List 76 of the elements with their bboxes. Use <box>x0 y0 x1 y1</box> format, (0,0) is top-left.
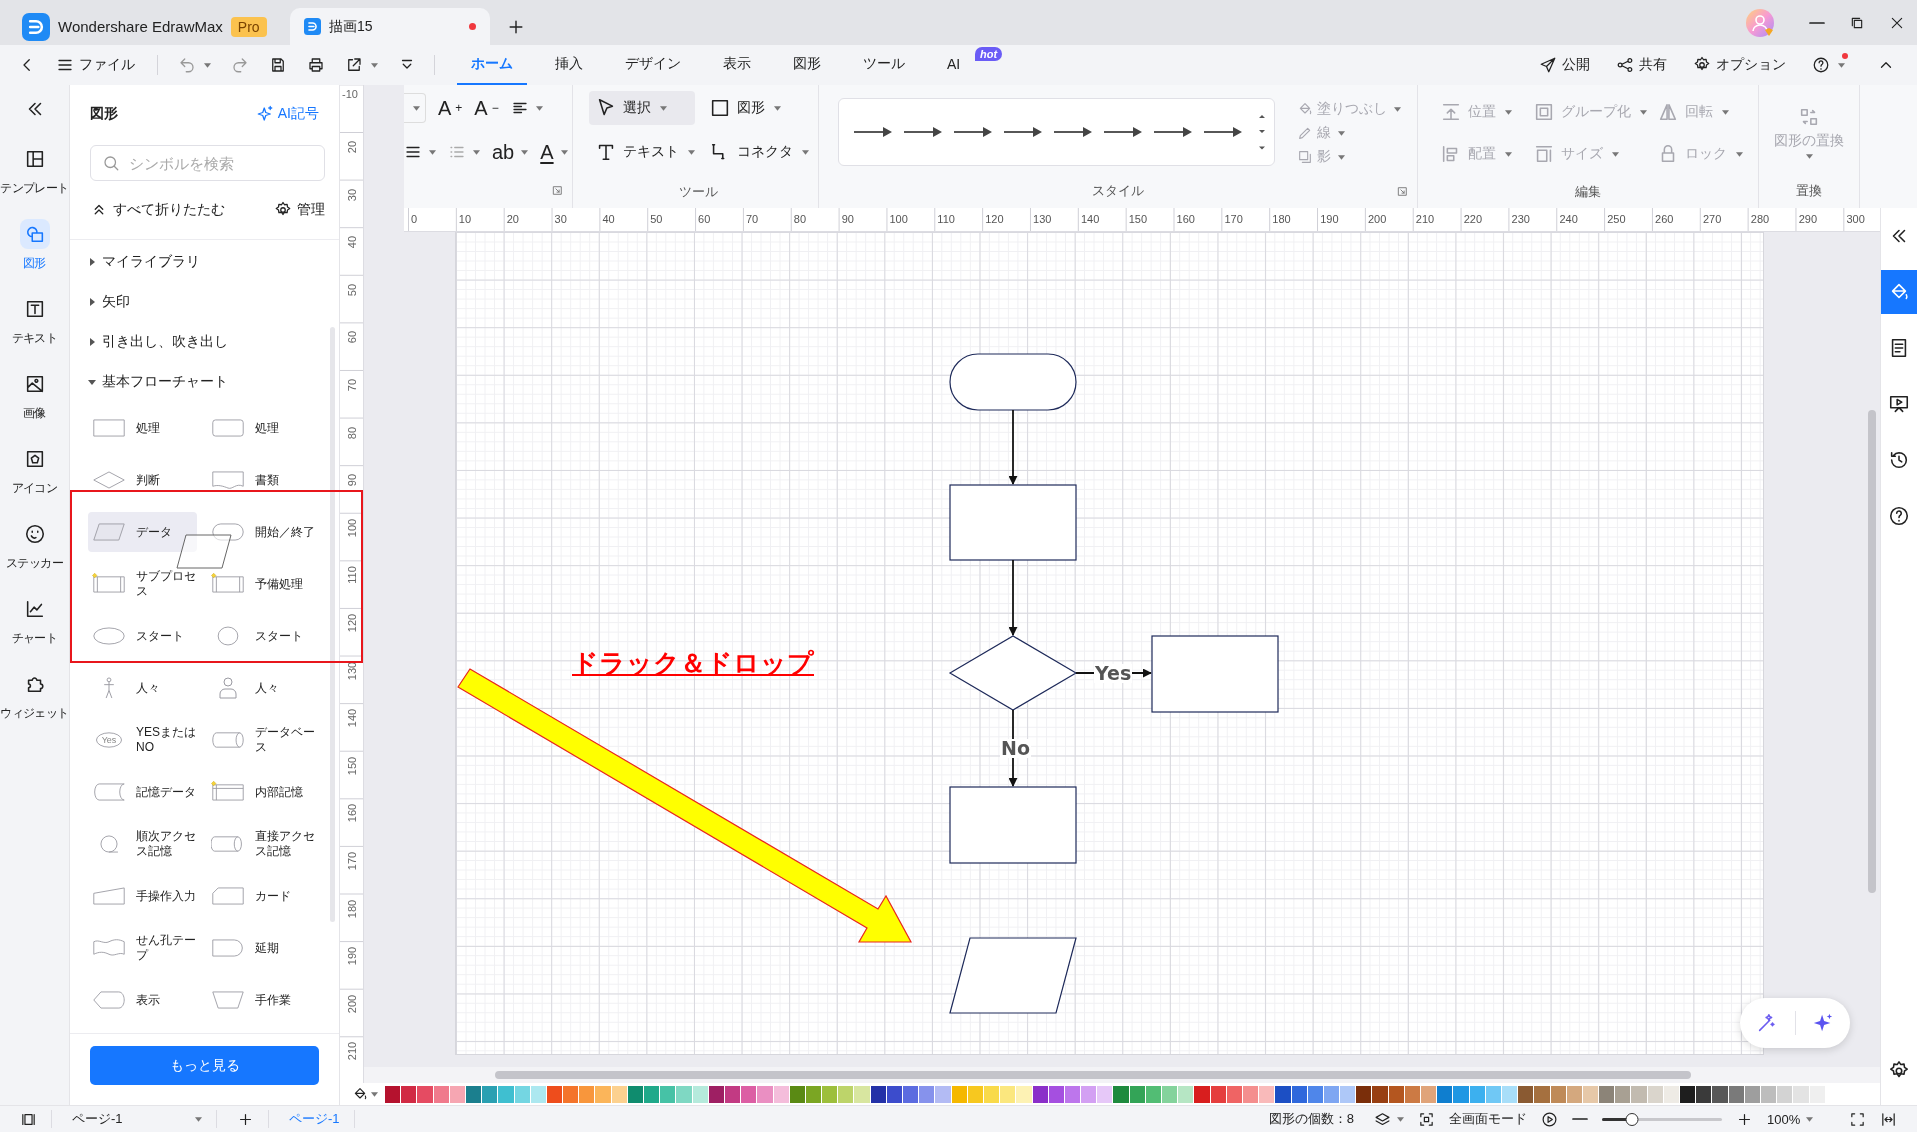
sidebar-item[interactable]: 画像 <box>0 358 70 433</box>
sidebar-item[interactable]: チャート <box>0 583 70 658</box>
shape-item[interactable]: 処理 <box>206 402 325 454</box>
toolbar-action-button[interactable]: オプション <box>1687 49 1792 81</box>
shape-item[interactable]: 内部記憶 <box>206 766 325 818</box>
shape-item[interactable]: 処理 <box>88 402 207 454</box>
category-item[interactable]: 基本フローチャート <box>88 362 325 402</box>
tool-button[interactable]: 選択 <box>589 91 695 125</box>
hot-badge: hot <box>975 47 1003 61</box>
sidebar-item[interactable]: テキスト <box>0 283 70 358</box>
ribbon-tab[interactable]: ツール <box>849 45 919 85</box>
shape-item[interactable]: 人々 <box>88 662 207 714</box>
sidebar-item[interactable]: ステッカー <box>0 508 70 583</box>
panel-title: 図形 <box>90 105 118 123</box>
tool-button[interactable]: 図形 <box>703 91 823 125</box>
shape-item[interactable]: 開始／終了 <box>206 506 325 558</box>
zoom-dropdown[interactable]: 100% <box>1767 1105 1819 1132</box>
toolbar-action-button[interactable]: 公開 <box>1533 49 1596 81</box>
shape-item[interactable]: 判断 <box>88 454 207 506</box>
shape-item[interactable]: データ <box>88 512 197 552</box>
edge-label: No <box>1000 739 1031 758</box>
font-color-button[interactable]: A <box>540 140 568 164</box>
tool-button[interactable]: コネクタ <box>703 135 823 169</box>
shape-item[interactable]: 記憶データ <box>88 766 207 818</box>
group-label: ツール <box>678 183 718 201</box>
shape-item[interactable]: Yes YESまたはNO <box>88 714 207 766</box>
collapse-all-button[interactable]: すべて折りたたむ <box>90 201 225 219</box>
shape-item[interactable]: 順次アクセス記憶 <box>88 818 207 870</box>
shape-item[interactable]: 直接アクセス記憶 <box>206 818 325 870</box>
ribbon-tab[interactable]: 表示 <box>709 45 765 85</box>
edition-badge: Pro <box>230 16 267 37</box>
shape-item[interactable]: 表示 <box>88 974 207 1026</box>
file-menu-button[interactable]: ファイル <box>50 49 141 81</box>
ribbon-tab[interactable]: AI <box>933 45 975 85</box>
manage-button[interactable]: 管理 <box>274 201 325 219</box>
shape-count: 図形の個数：8 <box>1268 1110 1354 1128</box>
sidebar-item[interactable]: テンプレート <box>0 133 70 208</box>
group-label: 編集 <box>1575 183 1601 201</box>
sidebar-item[interactable]: ウィジェット <box>0 658 70 733</box>
shape-item[interactable]: カード <box>206 870 325 922</box>
shape-item[interactable]: せん孔テープ <box>88 922 207 974</box>
group-label: スタイル <box>1092 182 1144 200</box>
sidebar-item[interactable]: アイコン <box>0 433 70 508</box>
edge-label: Yes <box>1094 664 1133 683</box>
ai-symbol-button[interactable]: AI記号 <box>255 105 319 123</box>
shape-item[interactable]: 延期 <box>206 922 325 974</box>
app-name: Wondershare EdrawMax <box>58 18 223 35</box>
shape-item[interactable]: 書類 <box>206 454 325 506</box>
search-field[interactable]: シンボルを検索 <box>90 145 325 181</box>
sidebar-item[interactable]: 図形 <box>0 208 70 283</box>
shape-item[interactable]: スタート <box>88 610 207 662</box>
ribbon-tab[interactable]: デザイン <box>611 45 695 85</box>
document-title: 描画15 <box>329 17 373 36</box>
shape-item[interactable]: 手作業 <box>206 974 325 1026</box>
horizontal-ruler: 0 10 20 30 40 50 60 70 80 90 100 110 120 130 140 150 160 170 180 190 200 210 220 230 240 250 260 270 280 290 300 <box>404 208 1880 232</box>
category-item[interactable]: 矢印 <box>88 282 325 322</box>
shape-item[interactable]: 予備処理 <box>206 558 325 610</box>
tool-button[interactable]: テキスト <box>589 135 695 169</box>
category-item[interactable]: 引き出し、吹き出し <box>88 322 325 362</box>
page-dropdown[interactable]: ページ-1 <box>72 1105 202 1132</box>
shape-item[interactable]: データベース <box>206 714 325 766</box>
fullscreen-button[interactable]: 全画面モード <box>1449 1105 1527 1132</box>
document-tab[interactable]: 描画15 <box>290 8 490 45</box>
group-label: 置換 <box>1796 182 1822 200</box>
show-more-button[interactable]: もっと見る <box>90 1046 319 1085</box>
toolbar-action-button[interactable]: 共有 <box>1610 49 1673 81</box>
text-case-button[interactable]: ab <box>492 140 529 164</box>
shape-item[interactable]: サブプロセス <box>88 558 207 610</box>
annotation-text: ドラック＆ドロップ <box>572 647 814 680</box>
ribbon-tab[interactable]: 挿入 <box>541 45 597 85</box>
page-tab[interactable]: ページ-1 <box>289 1105 340 1132</box>
ribbon-tab[interactable]: 図形 <box>779 45 835 85</box>
shape-item[interactable]: 人々 <box>206 662 325 714</box>
shape-item[interactable]: スタート <box>206 610 325 662</box>
shape-item[interactable]: 手操作入力 <box>88 870 207 922</box>
category-item[interactable]: マイライブラリ <box>88 242 325 282</box>
